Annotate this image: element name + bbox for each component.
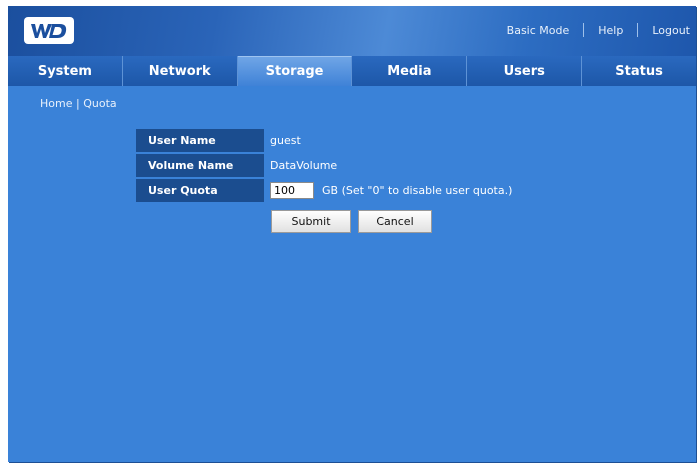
help-link[interactable]: Help (598, 24, 623, 37)
volume-name-label: Volume Name (136, 153, 264, 177)
volume-name-row: Volume Name DataVolume (136, 153, 512, 177)
main-nav: System Network Storage Media Users Statu… (8, 56, 696, 86)
top-links: Basic Mode Help Logout (507, 23, 690, 37)
user-quota-input[interactable] (270, 181, 314, 199)
tab-status[interactable]: Status (582, 56, 696, 86)
basic-mode-link[interactable]: Basic Mode (507, 24, 570, 37)
cancel-button[interactable]: Cancel (358, 210, 432, 233)
user-name-row: User Name guest (136, 128, 512, 152)
breadcrumb-current: Quota (83, 97, 117, 110)
user-quota-row: User Quota GB (Set "0" to disable user q… (136, 178, 512, 202)
wd-logo (24, 17, 74, 44)
tab-network[interactable]: Network (123, 56, 238, 86)
wd-logo-icon (31, 23, 67, 38)
form-buttons: Submit Cancel (271, 210, 432, 233)
breadcrumb-separator: | (75, 97, 80, 110)
user-quota-label: User Quota (136, 178, 264, 202)
user-name-value: guest (270, 133, 301, 147)
logout-link[interactable]: Logout (652, 24, 690, 37)
tab-storage[interactable]: Storage (237, 56, 353, 86)
breadcrumb-home[interactable]: Home (40, 97, 72, 110)
tab-system[interactable]: System (8, 56, 123, 86)
quota-form: User Name guest Volume Name DataVolume U… (136, 128, 512, 203)
header-bar: Basic Mode Help Logout (8, 6, 696, 56)
breadcrumb: Home | Quota (40, 97, 117, 110)
link-divider (637, 23, 639, 37)
user-quota-hint: GB (Set "0" to disable user quota.) (322, 183, 513, 197)
app-window: Basic Mode Help Logout System Network St… (8, 6, 696, 462)
tab-media[interactable]: Media (352, 56, 468, 86)
user-name-label: User Name (136, 128, 264, 152)
tab-users[interactable]: Users (467, 56, 583, 86)
link-divider (583, 23, 585, 37)
submit-button[interactable]: Submit (271, 210, 351, 233)
volume-name-value: DataVolume (270, 158, 338, 172)
